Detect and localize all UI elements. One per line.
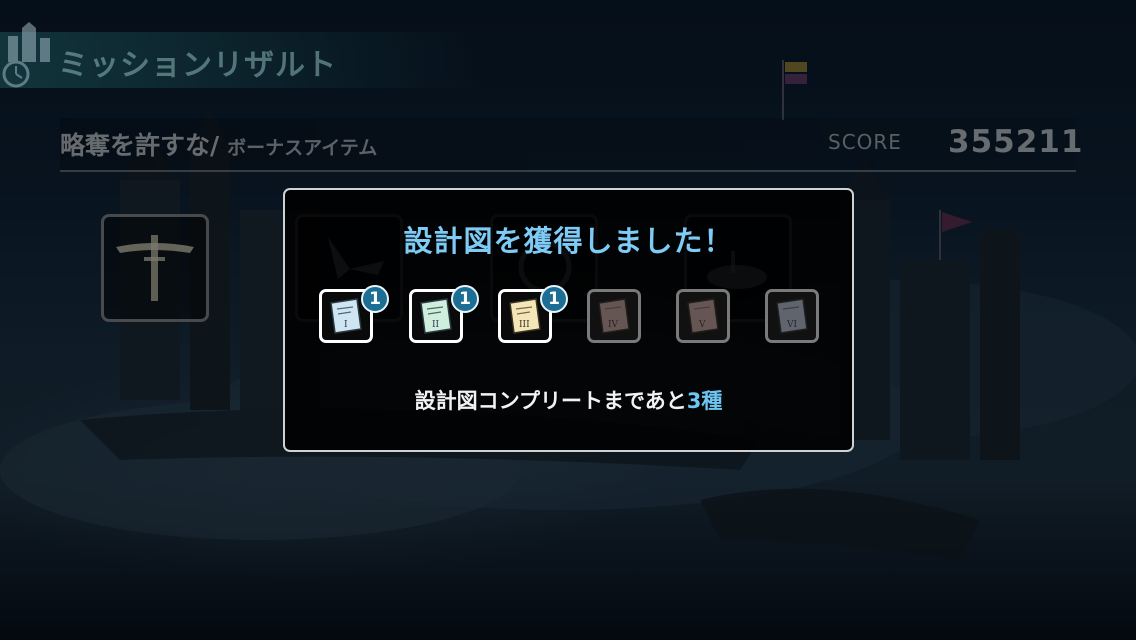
blueprint-numeral: V xyxy=(698,320,706,330)
dialog-title: 設計図を獲得しました！ xyxy=(403,224,734,258)
blueprint-acquired-dialog[interactable]: 設計図を獲得しました！ I 1 II 1 III 1 IV V VI 設計図コン… xyxy=(283,188,854,452)
blueprint-numeral: IV xyxy=(608,320,619,330)
blueprint-count-badge: 1 xyxy=(540,285,568,313)
mission-name-row: 略奪を許すな/ ボーナスアイテム xyxy=(60,126,377,162)
mission-subtitle: ボーナスアイテム xyxy=(227,137,378,159)
blueprint-numeral: III xyxy=(519,320,530,330)
score-value: 355211 xyxy=(948,124,1084,160)
mission-name: 略奪を許すな xyxy=(60,131,211,160)
blueprint-count-badge: 1 xyxy=(451,285,479,313)
completion-prefix: 設計図コンプリートまであと xyxy=(414,389,687,413)
blueprint-slot-6[interactable]: VI xyxy=(765,289,819,343)
blueprint-icon: VI xyxy=(776,298,808,334)
blueprint-numeral: I xyxy=(344,320,348,330)
blueprint-icon: II xyxy=(420,298,452,334)
bonus-item-slot[interactable] xyxy=(101,214,209,322)
page-title: ミッションリザルト xyxy=(58,48,337,83)
blueprint-count-badge: 1 xyxy=(361,285,389,313)
blueprint-icon: IV xyxy=(598,298,630,334)
sword-emblem-icon xyxy=(116,235,194,301)
mission-separator: / xyxy=(210,131,220,160)
remaining-count: 3種 xyxy=(686,389,723,413)
mission-bar: 略奪を許すな/ ボーナスアイテム SCORE 355211 xyxy=(60,118,1082,172)
completion-message: 設計図コンプリートまであと3種 xyxy=(285,385,852,415)
blueprint-icon: I xyxy=(330,298,362,334)
castle-emblem-icon xyxy=(2,22,50,88)
blueprint-icon: III xyxy=(509,298,541,334)
blueprint-numeral: II xyxy=(432,320,440,330)
blueprint-icon: V xyxy=(687,298,719,334)
blueprint-slot-5[interactable]: V xyxy=(676,289,730,343)
score-label: SCORE xyxy=(828,130,902,154)
blueprint-slot-4[interactable]: IV xyxy=(587,289,641,343)
blueprint-numeral: VI xyxy=(786,320,797,330)
